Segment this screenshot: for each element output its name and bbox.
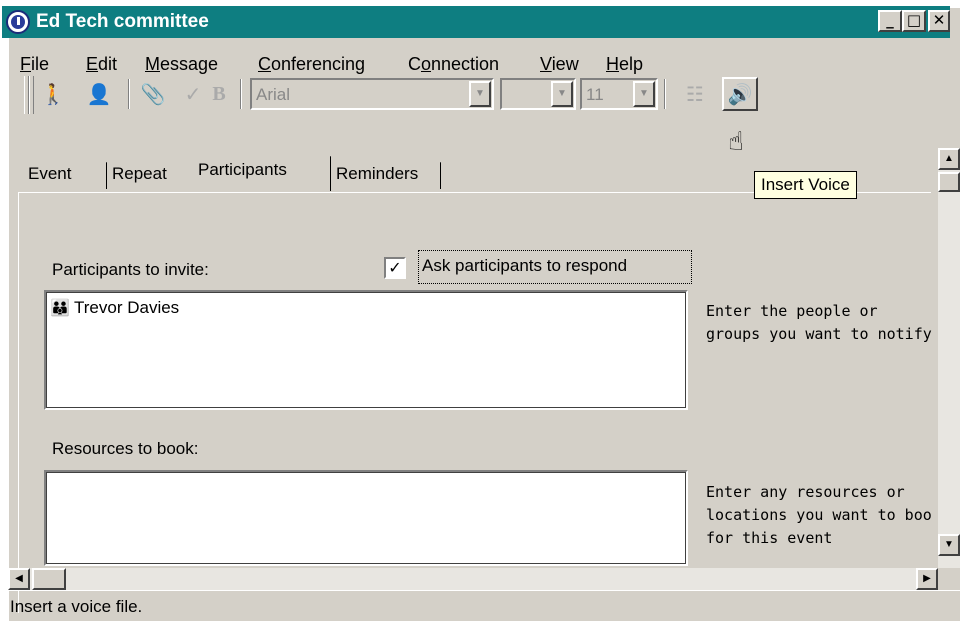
menu-file-mnemonic: F — [20, 54, 31, 74]
toolbar-separator — [128, 79, 130, 109]
resources-label: Resources to book: — [52, 439, 199, 458]
address-book-icon[interactable]: 👤 — [86, 81, 112, 107]
toolbar-separator — [240, 79, 242, 109]
arrow-up-icon: ▲ — [944, 153, 954, 164]
resources-list[interactable] — [42, 468, 690, 568]
ask-respond-label[interactable]: Ask participants to respond — [422, 256, 627, 276]
tab-reminders[interactable]: Reminders — [336, 164, 418, 184]
arrow-left-icon: ◀ — [15, 573, 23, 584]
status-text: Insert a voice file. — [10, 597, 143, 616]
title-bar[interactable]: Ed Tech committee _ □ ✕ — [2, 6, 950, 38]
scroll-up-button[interactable]: ▲ — [938, 148, 960, 170]
participants-list[interactable]: 👪 Trevor Davies — [42, 288, 690, 412]
participants-hint-1: Enter the people or — [706, 302, 878, 320]
tab-participants[interactable]: Participants — [198, 160, 287, 180]
menu-conferencing[interactable]: Conferencing — [258, 54, 365, 75]
menu-conferencing-rest: onferencing — [271, 54, 366, 74]
bold-icon[interactable]: B — [206, 81, 232, 107]
size-grip[interactable] — [938, 568, 960, 590]
toolbar-separator — [664, 79, 666, 109]
maximize-icon: □ — [906, 11, 922, 29]
menu-message-mnemonic: M — [145, 54, 160, 74]
arrow-down-icon: ▼ — [944, 539, 954, 550]
arrow-right-icon: ▶ — [923, 573, 931, 584]
font-size-select[interactable]: 11 ▼ — [580, 78, 658, 110]
menu-help-rest: elp — [619, 54, 644, 74]
resources-hint-3: for this event — [706, 529, 833, 547]
minimize-button[interactable]: _ — [878, 10, 902, 32]
menu-message[interactable]: Message — [145, 54, 218, 75]
menu-view-mnemonic: V — [540, 54, 552, 74]
clock-app-icon[interactable] — [6, 10, 30, 34]
resources-list-frame — [46, 472, 686, 564]
tooltip: Insert Voice — [754, 171, 857, 199]
status-bar: Insert a voice file. — [8, 590, 960, 621]
attach-icon[interactable]: 📎 — [140, 81, 166, 107]
resources-hint-2: locations you want to boo — [706, 506, 932, 524]
toolbar: 🚶 👤 📎 ✓ B Arial ▼ ▼ 11 ▼ ☷ 🔊 — [0, 73, 952, 115]
menu-connection[interactable]: Connection — [408, 54, 499, 75]
ask-respond-checkbox[interactable]: ✓ — [384, 257, 406, 279]
menu-conferencing-mnemonic: C — [258, 54, 271, 74]
tab-divider — [440, 162, 441, 189]
menu-file-rest: ile — [31, 54, 50, 74]
window-title: Ed Tech committee — [36, 11, 209, 32]
spell-check-icon[interactable]: ✓ — [180, 81, 206, 107]
menu-connection-pre: C — [408, 54, 421, 74]
tab-repeat[interactable]: Repeat — [112, 164, 167, 184]
minimize-icon: _ — [886, 11, 894, 29]
tab-event[interactable]: Event — [28, 164, 71, 184]
vertical-scrollbar[interactable]: ▲ ▼ — [938, 148, 960, 574]
chevron-down-icon[interactable]: ▼ — [633, 81, 655, 107]
menu-view-rest: iew — [551, 54, 579, 74]
send-icon[interactable]: 🚶 — [40, 81, 66, 107]
font-name-value: Arial — [256, 85, 291, 104]
scroll-right-button[interactable]: ▶ — [916, 568, 938, 590]
maximize-button[interactable]: □ — [902, 10, 926, 32]
participants-label: Participants to invite: — [52, 260, 209, 279]
menu-connection-rest: nnection — [431, 54, 500, 74]
scroll-left-button[interactable]: ◀ — [8, 568, 30, 590]
font-style-select[interactable]: ▼ — [500, 78, 576, 110]
participant-item[interactable]: Trevor Davies — [74, 298, 179, 318]
chevron-down-icon[interactable]: ▼ — [551, 81, 573, 107]
font-name-select[interactable]: Arial ▼ — [250, 78, 494, 110]
menu-help[interactable]: Help — [606, 54, 643, 75]
properties-icon[interactable]: ☷ — [682, 81, 708, 107]
horizontal-scrollbar[interactable]: ◀ ▶ — [8, 568, 938, 590]
close-button[interactable]: ✕ — [928, 10, 950, 32]
menu-message-rest: essage — [160, 54, 219, 74]
vertical-scroll-thumb[interactable] — [938, 172, 960, 192]
horizontal-scroll-thumb[interactable] — [32, 568, 66, 590]
font-size-value: 11 — [586, 85, 604, 104]
menu-edit-rest: dit — [98, 54, 118, 74]
menu-help-mnemonic: H — [606, 54, 619, 74]
menu-edit[interactable]: Edit — [86, 54, 117, 75]
scroll-down-button[interactable]: ▼ — [938, 534, 960, 556]
toolbar-grip[interactable] — [29, 76, 34, 114]
checkmark-icon: ✓ — [388, 258, 402, 277]
person-group-icon: 👪 — [50, 298, 70, 317]
insert-voice-icon: 🔊 — [727, 82, 753, 106]
insert-voice-button[interactable]: 🔊 — [722, 77, 758, 111]
participants-hint-2: groups you want to notify — [706, 325, 932, 343]
menu-file[interactable]: File — [20, 54, 49, 75]
resources-hint-1: Enter any resources or — [706, 483, 905, 501]
close-icon: ✕ — [932, 11, 946, 29]
tab-divider — [330, 156, 331, 191]
menu-view[interactable]: View — [540, 54, 579, 75]
menu-edit-mnemonic: E — [86, 54, 99, 74]
tab-divider — [106, 162, 107, 189]
menu-connection-mnemonic: o — [421, 54, 432, 74]
chevron-down-icon[interactable]: ▼ — [469, 81, 491, 107]
